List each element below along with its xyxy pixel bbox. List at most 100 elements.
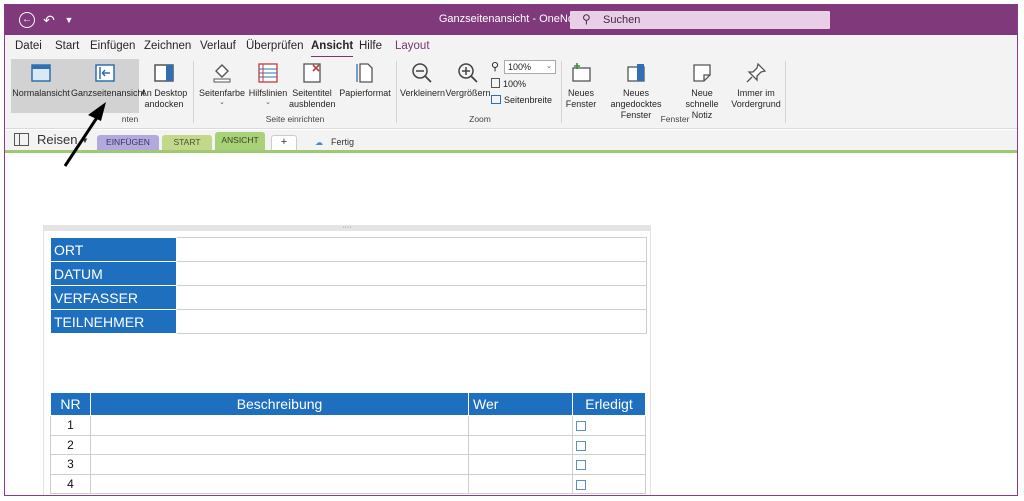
search-box[interactable]: ⚲ Suchen	[570, 11, 830, 29]
seitenbreite-label: Seitenbreite	[504, 95, 553, 105]
column-header-nr: NR	[50, 392, 91, 416]
pin-icon	[746, 62, 767, 83]
info-label: VERFASSER	[50, 285, 177, 310]
row-number: 1	[50, 415, 91, 436]
wer-cell[interactable]	[468, 434, 573, 455]
info-value-cell[interactable]	[176, 237, 647, 262]
seitenfarbe-button[interactable]: Seitenfarbe ⌄	[197, 59, 247, 113]
checkbox[interactable]	[576, 479, 586, 490]
chevron-down-icon: ⌄	[546, 63, 552, 70]
column-header-beschreibung: Beschreibung	[90, 392, 469, 416]
tab-zeichnen[interactable]: Zeichnen	[144, 40, 191, 52]
immer-im-vordergrund-button[interactable]: Immer im Vordergrund	[731, 59, 781, 113]
checkbox[interactable]	[576, 421, 586, 432]
seitenbreite-button[interactable]: Seitenbreite	[491, 95, 552, 105]
neues-fenster-label-1: Neues	[567, 88, 594, 98]
section-tab-einfuegen[interactable]: EINFÜGEN	[97, 135, 159, 150]
seitentitel-label-2: ausblenden	[289, 99, 336, 109]
chevron-down-icon[interactable]: ▼	[81, 136, 89, 145]
papierformat-label: Papierformat	[339, 88, 391, 98]
erledigt-cell	[572, 434, 646, 455]
hilfslinien-button[interactable]: Hilfslinien ⌄	[247, 59, 289, 113]
tab-ueberpruefen[interactable]: Überprüfen	[246, 40, 304, 52]
info-value-cell[interactable]	[176, 261, 647, 286]
description-cell[interactable]	[90, 434, 469, 455]
notiz-label-1: Neue schnelle	[685, 88, 719, 109]
customize-quick-access-icon[interactable]: ▼	[61, 12, 77, 28]
vordergrund-label-1: Immer im	[737, 88, 775, 98]
hilfslinien-label: Hilfslinien	[248, 88, 288, 98]
note-container-handle[interactable]: ····	[43, 224, 651, 231]
zoom-combo-value: 100%	[508, 62, 532, 72]
zoom-100-button[interactable]: 100%	[491, 78, 526, 89]
vergroessern-button[interactable]: Vergrößern	[445, 59, 491, 113]
neue-schnelle-notiz-button[interactable]: Neue schnelle Notiz	[674, 59, 730, 120]
info-table: ORT DATUM VERFASSER TEILNEHMER	[50, 237, 647, 334]
page-width-icon	[491, 95, 501, 104]
zoom-out-icon	[412, 63, 432, 83]
verkleinern-label: Verkleinern	[400, 88, 446, 98]
rule-lines-icon	[258, 63, 278, 83]
wer-cell[interactable]	[468, 415, 573, 436]
title-bar: ← ↶ ▼ Ganzseitenansicht - OneNote ⚲ Such…	[5, 5, 1017, 35]
add-section-button[interactable]: +	[271, 135, 297, 150]
neues-fenster-button[interactable]: Neues Fenster	[565, 59, 597, 113]
page-icon	[491, 78, 500, 88]
table-row: VERFASSER	[50, 285, 647, 310]
zoom-combobox[interactable]: 100% ⌄	[504, 60, 556, 74]
table-header-row: NR Beschreibung Wer Erledigt	[50, 392, 646, 416]
group-label-zoom: Zoom	[469, 114, 491, 124]
tab-verlauf[interactable]: Verlauf	[200, 40, 236, 52]
neues-fenster-label-2: Fenster	[565, 99, 597, 109]
angedockt-label-2: Fenster	[620, 110, 652, 120]
tab-datei[interactable]: Datei	[15, 40, 42, 52]
desktop-andocken-button[interactable]: An Desktop andocken	[140, 59, 188, 113]
tab-start[interactable]: Start	[55, 40, 79, 52]
seitentitel-label-1: Seitentitel	[292, 88, 332, 98]
papierformat-button[interactable]: Papierformat	[337, 59, 393, 113]
paper-size-icon	[356, 63, 373, 83]
checkbox[interactable]	[576, 460, 586, 471]
tab-layout[interactable]: Layout	[395, 40, 430, 52]
table-row: 2	[50, 434, 646, 455]
ribbon-tab-bar: Datei Start Einfügen Zeichnen Verlauf Üb…	[5, 35, 1017, 58]
verkleinern-button[interactable]: Verkleinern	[400, 59, 446, 113]
group-label-fenster: Fenster	[660, 114, 690, 124]
info-value-cell[interactable]	[176, 309, 647, 334]
search-icon: ⚲	[582, 12, 591, 26]
table-row: TEILNEHMER	[50, 309, 647, 334]
info-value-cell[interactable]	[176, 285, 647, 310]
zoom-small-icon: ⚲	[491, 61, 500, 73]
dock-to-desktop-icon	[154, 64, 174, 82]
ganzseitenansicht-button[interactable]: Ganzseitenansicht	[71, 59, 145, 113]
wer-cell[interactable]	[468, 473, 573, 494]
undo-icon[interactable]: ↶	[41, 12, 57, 28]
row-number: 4	[50, 473, 91, 494]
page-canvas[interactable]: ···· ORT DATUM VERFASSER TEILNEHMER NR B…	[5, 153, 1017, 495]
normalansicht-button[interactable]: Normalansicht	[11, 59, 71, 113]
erledigt-cell	[572, 473, 646, 494]
wer-cell[interactable]	[468, 454, 573, 475]
description-cell[interactable]	[90, 454, 469, 475]
checkbox[interactable]	[576, 440, 586, 451]
tab-hilfe[interactable]: Hilfe	[359, 40, 382, 52]
seitentitel-ausblenden-button[interactable]: Seitentitel ausblenden	[289, 59, 336, 113]
group-separator	[561, 61, 562, 123]
tab-einfuegen[interactable]: Einfügen	[90, 40, 135, 52]
section-tab-ansicht[interactable]: ANSICHT	[215, 132, 265, 150]
section-tab-start[interactable]: START	[162, 135, 212, 150]
normal-view-icon	[31, 64, 51, 82]
notebook-icon[interactable]	[14, 133, 29, 146]
description-cell[interactable]	[90, 473, 469, 494]
row-number: 2	[50, 434, 91, 455]
back-icon[interactable]: ←	[19, 12, 35, 28]
description-cell[interactable]	[90, 415, 469, 436]
group-separator	[785, 61, 786, 123]
tab-ansicht[interactable]: Ansicht	[311, 40, 354, 58]
group-separator	[396, 61, 397, 123]
notebook-name[interactable]: Reisen	[37, 132, 77, 147]
new-docked-window-icon	[627, 64, 645, 82]
group-label-seite-einrichten: Seite einrichten	[265, 114, 325, 124]
neues-angedocktes-fenster-button[interactable]: Neues angedocktes Fenster	[598, 59, 674, 120]
seitenfarbe-label: Seitenfarbe	[198, 88, 246, 98]
